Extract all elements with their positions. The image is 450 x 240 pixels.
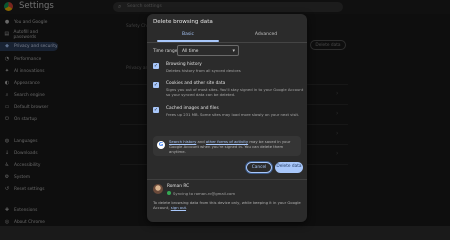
option-desc: Deletes history from all synced devices xyxy=(166,68,241,73)
delete-data-button[interactable]: Delete data xyxy=(275,162,303,173)
notice-text: Search history and other forms of activi… xyxy=(169,139,297,154)
sync-status-text: Syncing to roman-rc@gmail.com xyxy=(173,190,236,196)
option-desc: Signs you out of most sites. You'll stay… xyxy=(166,87,304,97)
tab-advanced[interactable]: Advanced xyxy=(227,30,305,41)
account-name: Roman RC xyxy=(167,184,190,189)
google-activity-notice: G Search history and other forms of acti… xyxy=(153,136,301,156)
option-title: Cached images and files xyxy=(166,106,219,111)
time-range-select[interactable]: All time ▾ xyxy=(177,44,239,56)
checkbox-checked-icon[interactable]: ✓ xyxy=(153,107,159,113)
time-range-value: All time xyxy=(182,48,199,54)
delete-browsing-data-dialog: Delete browsing data Basic Advanced Time… xyxy=(147,14,307,222)
option-title: Browsing history xyxy=(166,62,202,67)
time-range-label: Time range xyxy=(153,49,178,54)
dialog-title: Delete browsing data xyxy=(153,19,213,25)
avatar xyxy=(153,184,163,194)
footer-text-part: . xyxy=(186,205,188,210)
option-desc: Frees up 231 MB. Some sites may load mor… xyxy=(166,112,300,117)
sync-status-icon xyxy=(167,191,171,195)
checkbox-checked-icon[interactable]: ✓ xyxy=(153,63,159,69)
google-g-icon: G xyxy=(157,141,165,149)
option-title: Cookies and other site data xyxy=(166,81,226,86)
caret-down-icon: ▾ xyxy=(232,47,235,54)
checkbox-checked-icon[interactable]: ✓ xyxy=(153,82,159,88)
tab-divider xyxy=(147,41,307,43)
footer-text: To delete browsing data from this device… xyxy=(153,200,303,210)
cancel-button[interactable]: Cancel xyxy=(246,162,272,173)
sign-out-link[interactable]: sign out xyxy=(171,205,186,210)
divider xyxy=(147,179,307,180)
